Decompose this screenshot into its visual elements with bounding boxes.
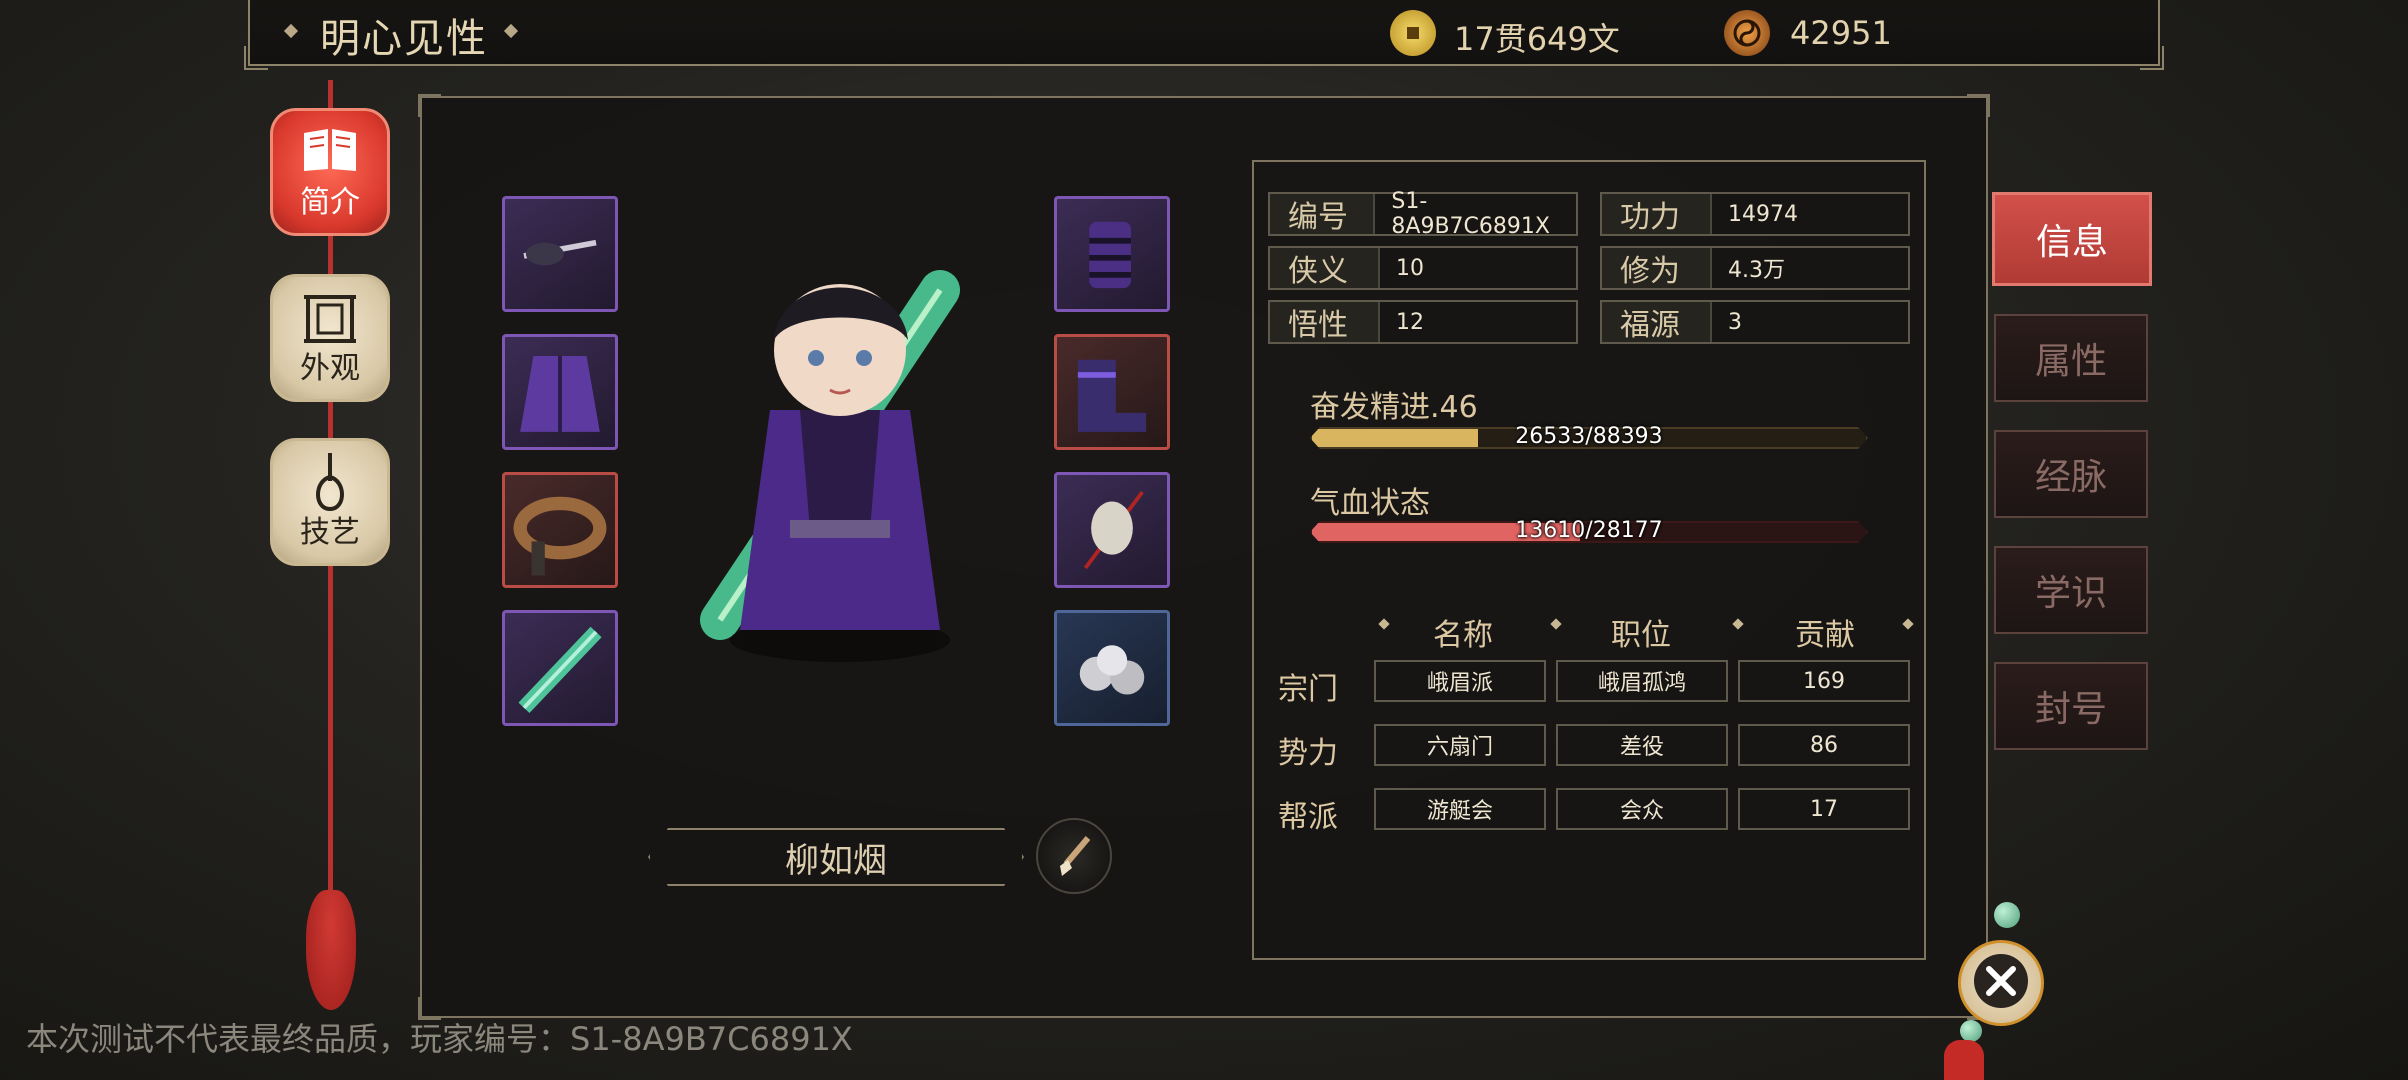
nav-lantern-skills[interactable]: 技艺 — [270, 438, 390, 566]
tab-info[interactable]: 信息 — [1992, 192, 2152, 286]
equip-slot-hairpin[interactable] — [502, 196, 618, 312]
tab-attributes[interactable]: 属性 — [1994, 314, 2148, 402]
sect-contribution: 169 — [1738, 660, 1910, 702]
copper-coin-icon — [1390, 10, 1436, 56]
field-cultivation: 修为 4.3万 — [1600, 246, 1910, 290]
field-power: 功力 14974 — [1600, 192, 1910, 236]
red-tassel — [1944, 1040, 1984, 1080]
nav-label-appearance: 外观 — [300, 351, 360, 386]
page-title: 明心见性 — [320, 16, 488, 62]
faction-position: 差役 — [1556, 724, 1728, 766]
faction-contribution: 86 — [1738, 724, 1910, 766]
hp-label: 气血状态 — [1310, 486, 1430, 521]
exp-label: 奋发精进.46 — [1310, 390, 1478, 425]
field-chivalry: 侠义 10 — [1268, 246, 1578, 290]
tab-titles[interactable]: 封号 — [1994, 662, 2148, 750]
row-header-guild: 帮派 — [1278, 800, 1338, 835]
guild-contribution: 17 — [1738, 788, 1910, 830]
close-icon — [1971, 951, 2031, 1015]
equip-slot-iron-balls[interactable] — [1054, 610, 1170, 726]
rename-button[interactable] — [1036, 818, 1112, 894]
close-button[interactable] — [1958, 940, 2044, 1026]
equip-slot-robe[interactable] — [502, 334, 618, 450]
character-figure — [640, 230, 1040, 680]
book-icon — [300, 125, 360, 179]
jade-bead — [1994, 902, 2020, 928]
exp-value: 26533/88393 — [1515, 424, 1663, 449]
guild-name: 游艇会 — [1374, 788, 1546, 830]
field-id: 编号 S1-8A9B7C6891X — [1268, 189, 1578, 239]
equip-slot-belt[interactable] — [502, 472, 618, 588]
nav-lantern-intro[interactable]: 简介 — [270, 108, 390, 236]
row-header-faction: 势力 — [1278, 736, 1338, 771]
faction-name: 六扇门 — [1374, 724, 1546, 766]
field-comprehension: 悟性 12 — [1268, 300, 1578, 344]
nav-label-intro: 简介 — [300, 185, 360, 220]
jade-bead — [1960, 1020, 1982, 1042]
brush-icon — [1038, 836, 1110, 896]
sect-name: 峨眉派 — [1374, 660, 1546, 702]
taiji-token-icon — [1724, 10, 1770, 56]
sect-position: 峨眉孤鸿 — [1556, 660, 1728, 702]
row-header-sect: 宗门 — [1278, 672, 1338, 707]
guild-position: 会众 — [1556, 788, 1728, 830]
mirror-icon — [300, 291, 360, 349]
col-header-contribution: 贡献 — [1795, 618, 1855, 653]
equip-slot-boots[interactable] — [1054, 334, 1170, 450]
taiji-token-value: 42951 — [1790, 14, 1892, 52]
equip-slot-sword[interactable] — [502, 610, 618, 726]
col-header-position: 职位 — [1611, 618, 1671, 653]
tab-knowledge[interactable]: 学识 — [1994, 546, 2148, 634]
hp-value: 13610/28177 — [1515, 518, 1663, 543]
nav-lantern-appearance[interactable]: 外观 — [270, 274, 390, 402]
field-fortune: 福源 3 — [1600, 300, 1910, 344]
equip-slot-bracers[interactable] — [1054, 196, 1170, 312]
test-disclaimer: 本次测试不代表最终品质，玩家编号：S1-8A9B7C6891X — [26, 1020, 853, 1058]
col-header-name: 名称 — [1433, 618, 1493, 653]
copper-coin-value: 17贯649文 — [1454, 20, 1620, 58]
tab-meridians[interactable]: 经脉 — [1994, 430, 2148, 518]
character-name: 柳如烟 — [648, 828, 1024, 886]
red-tassel — [306, 890, 356, 1010]
pipa-icon — [300, 451, 360, 515]
equip-slot-jade-pendant[interactable] — [1054, 472, 1170, 588]
